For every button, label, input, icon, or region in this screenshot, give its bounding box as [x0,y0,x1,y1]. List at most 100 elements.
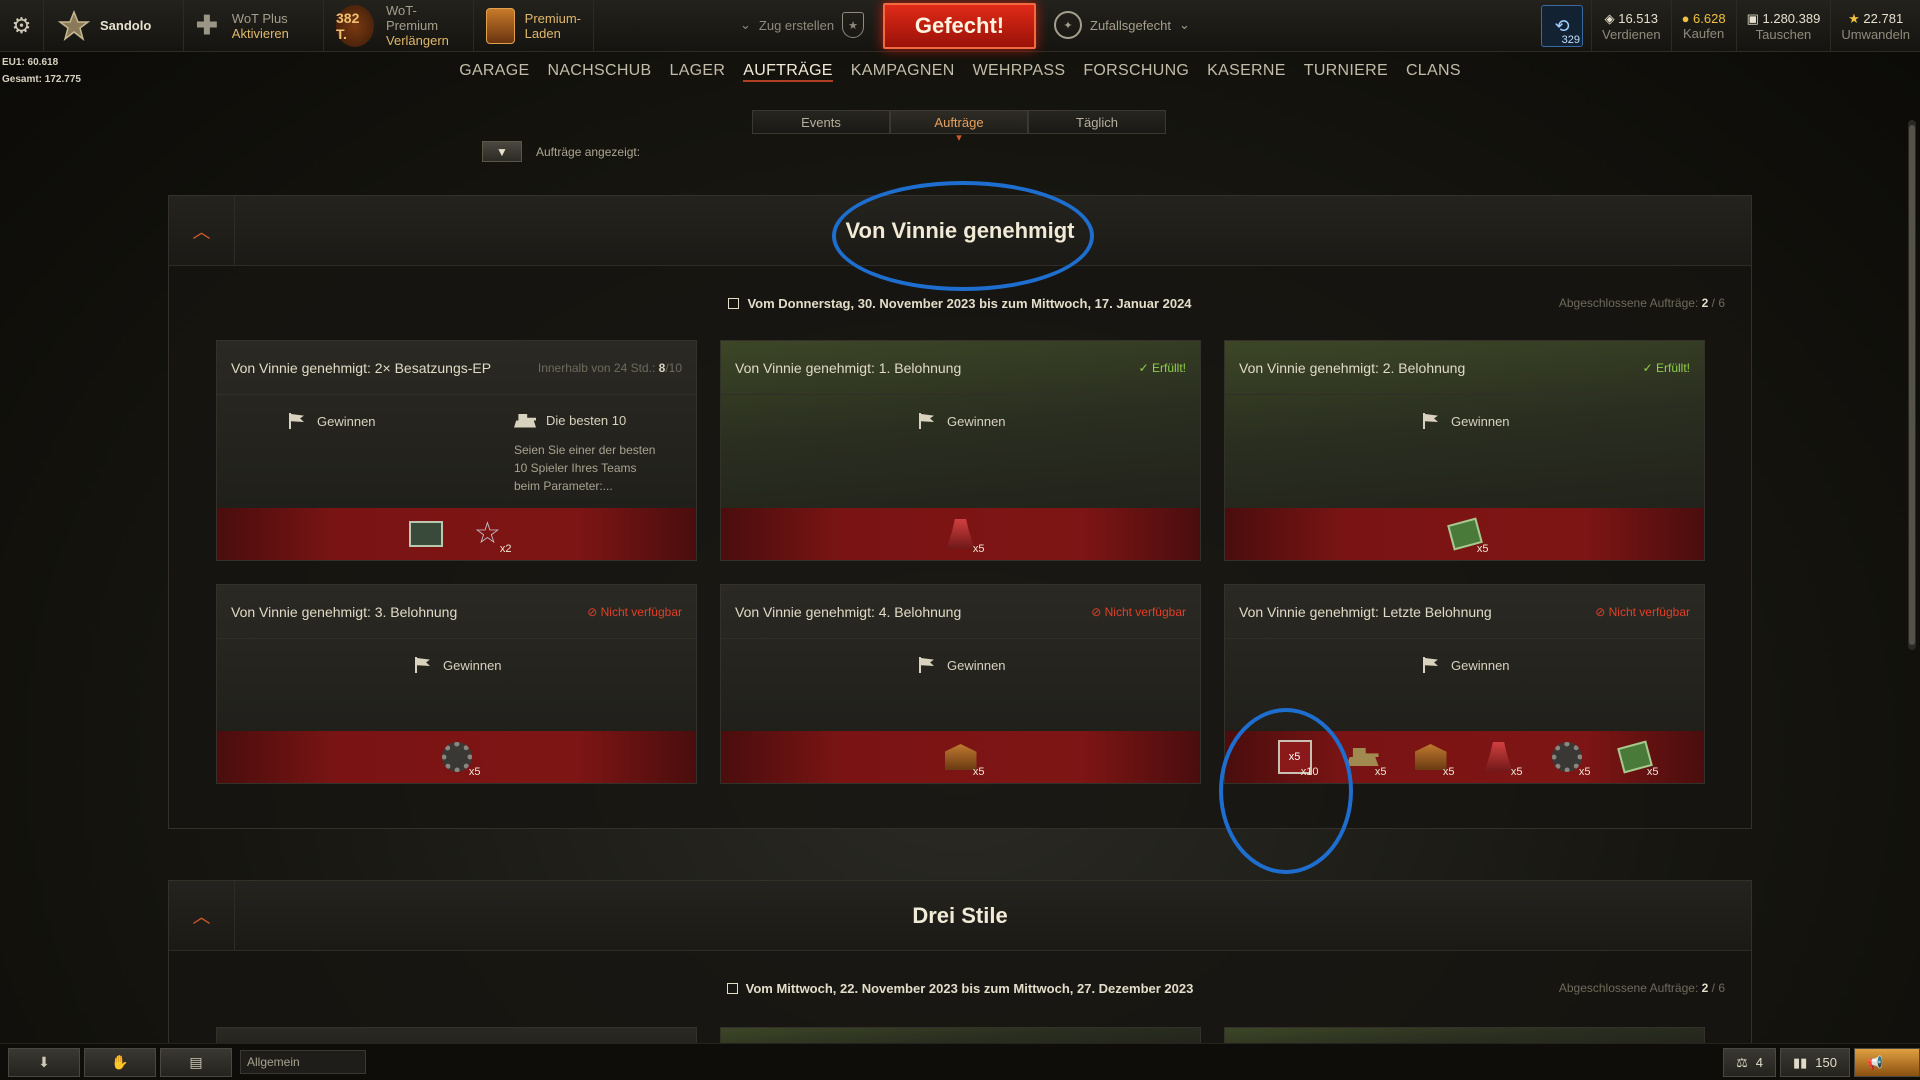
card-status-unavailable: Nicht verfügbar [1091,605,1186,619]
mission-section-drei-stile: ︿ Drei Stile Vom Mittwoch, 22. November … [168,880,1752,1067]
settings-gear-icon[interactable]: ⚙ [0,0,44,52]
menu-icon[interactable]: ⬇ [8,1047,80,1077]
star-xp-cell[interactable]: ★ 22.781 Umwandeln [1830,0,1920,52]
collapse-chevron-up-icon[interactable]: ︿ [169,881,235,951]
section-dates: Vom Donnerstag, 30. November 2023 bis zu… [169,296,1751,311]
mission-card[interactable]: Von Vinnie genehmigt: 3. Belohnung Nicht… [216,584,697,784]
star-reward-icon: ☆ [474,517,501,550]
reward-item[interactable]: x5 [1547,737,1591,778]
chevron-down-icon: ⌄ [740,17,751,32]
gold-value: ● 6.628 [1681,11,1726,26]
nav-wehrpass[interactable]: WEHRPASS [973,62,1066,82]
nav-garage[interactable]: GARAGE [459,62,529,82]
chat-icon[interactable]: ▤ [160,1047,232,1077]
player-menu[interactable]: Sandolo [44,0,184,52]
crate-icon [1414,744,1447,770]
main-nav: GARAGE NACHSCHUB LAGER AUFTRÄGE KAMPAGNE… [0,62,1920,82]
gold-label: Kaufen [1682,26,1725,41]
platoon-label: Zug erstellen [758,17,835,33]
nav-turniere[interactable]: TURNIERE [1304,62,1388,82]
flag-icon [1421,413,1441,429]
reward-qty: x5 [1374,766,1387,778]
wot-plus-button[interactable]: ✚ WoT Plus Aktivieren [184,0,324,52]
tab-taeglich[interactable]: Täglich [1028,110,1166,134]
create-platoon-button[interactable]: ⌄ Zug erstellen ★ [740,12,865,38]
mission-card[interactable]: Von Vinnie genehmigt: 1. Belohnung ✓ Erf… [720,340,1201,561]
reward-item[interactable]: x5 [1479,737,1523,778]
rewards-bar: x5 [217,731,696,783]
bar-chart-icon: ▮▮ [1792,1054,1808,1070]
session-stats-button[interactable]: ▮▮ 150 [1779,1048,1850,1077]
reward-crew-book[interactable] [406,514,446,554]
crew-book-icon [408,521,443,547]
sub-tabs: Events Aufträge Täglich [752,110,1166,144]
notifications-icon[interactable]: 📢 [1854,1048,1920,1077]
rewards-bar: x5 [721,731,1200,783]
gold-cell[interactable]: ● 6.628 Kaufen [1670,0,1736,52]
red-fuel-icon [1484,742,1513,772]
tank-reward-icon [1346,748,1379,766]
scales-icon: ⚖ [1736,1054,1748,1070]
nav-kaserne[interactable]: KASERNE [1207,62,1286,82]
free-xp-value: ▣ 1.280.389 [1746,10,1821,26]
flag-icon [413,657,433,673]
star-xp-label: Umwandeln [1841,26,1910,42]
gold-icon: ● [1681,11,1694,26]
reward-qty: x5 [468,766,481,778]
reward-item[interactable]: x5 [1411,737,1455,778]
premium-label: WoT-Premium [386,3,439,33]
rewards-bar: x5 [721,508,1200,560]
filter-funnel-icon[interactable]: ▼ [482,141,522,162]
page-scrollbar-thumb[interactable] [1909,125,1915,645]
reward-item[interactable]: x5 [437,737,481,778]
nav-kampagnen[interactable]: KAMPAGNEN [851,62,955,82]
credits-cell[interactable]: ◈ 16.513 Verdienen [1591,0,1671,52]
reward-qty: x5 [1510,766,1523,778]
collapse-chevron-up-icon[interactable]: ︿ [169,196,235,266]
premium-shop-icon [486,7,515,44]
star-xp-icon: ★ [1848,10,1864,26]
premium-extend-button[interactable]: 382 T. WoT-Premium Verlängern [324,0,474,52]
reward-item[interactable]: x5 [1445,514,1489,555]
friends-icon[interactable]: ✋ [84,1047,156,1077]
condition-win: Gewinnen [1421,413,1510,429]
reward-item[interactable]: x5 [941,737,985,778]
chat-channel[interactable]: Allgemein [240,1050,366,1074]
flag-icon [917,657,937,673]
flag-icon [917,413,937,429]
nav-auftraege[interactable]: AUFTRÄGE [743,62,833,82]
free-xp-label: Tauschen [1755,26,1812,42]
mission-card[interactable]: Von Vinnie genehmigt: 2× Besatzungs-EP I… [216,340,697,561]
annotation-circle [832,181,1094,291]
compare-button[interactable]: ⚖ 4 [1723,1048,1776,1077]
section-title: Drei Stile [912,902,1008,928]
tab-auftraege[interactable]: Aufträge [890,110,1028,144]
free-xp-cell[interactable]: ▣ 1.280.389 Tauschen [1735,0,1831,52]
condition-description: Seien Sie einer der besten 10 Spieler Ih… [514,443,656,493]
credits-icon: ◈ [1604,10,1619,26]
rewards-bar: x5 [1225,508,1704,560]
reward-star[interactable]: ☆ x2 [468,514,511,556]
nav-lager[interactable]: LAGER [670,62,726,82]
platoon-shield-icon: ★ [842,12,865,38]
premium-action: Verlängern [386,33,449,48]
battle-button[interactable]: Gefecht! [883,3,1036,49]
reward-item[interactable]: x5 [1615,737,1659,778]
bonds-count: 329 [1561,34,1581,46]
mission-card[interactable]: Von Vinnie genehmigt: 4. Belohnung Nicht… [720,584,1201,784]
tab-events[interactable]: Events [752,110,890,134]
premium-shop-button[interactable]: Premium- Laden [474,0,594,52]
reward-qty: x5 [972,543,985,555]
nav-nachschub[interactable]: NACHSCHUB [547,62,651,82]
mission-card[interactable]: Von Vinnie genehmigt: 2. Belohnung ✓ Erf… [1224,340,1705,561]
wot-plus-action: Aktivieren [231,25,289,41]
reward-item[interactable]: x5 [941,514,985,555]
reward-qty: x5 [1476,543,1489,555]
card-status-unavailable: Nicht verfügbar [1595,605,1690,619]
credits-value: ◈ 16.513 [1604,10,1658,26]
battle-mode-select[interactable]: ✦ Zufallsgefecht ⌄ [1054,11,1190,39]
bonds-icon[interactable]: ⟲ 329 [1541,5,1584,47]
nav-clans[interactable]: CLANS [1406,62,1461,82]
nav-forschung[interactable]: FORSCHUNG [1083,62,1189,82]
card-status-unavailable: Nicht verfügbar [587,605,682,619]
